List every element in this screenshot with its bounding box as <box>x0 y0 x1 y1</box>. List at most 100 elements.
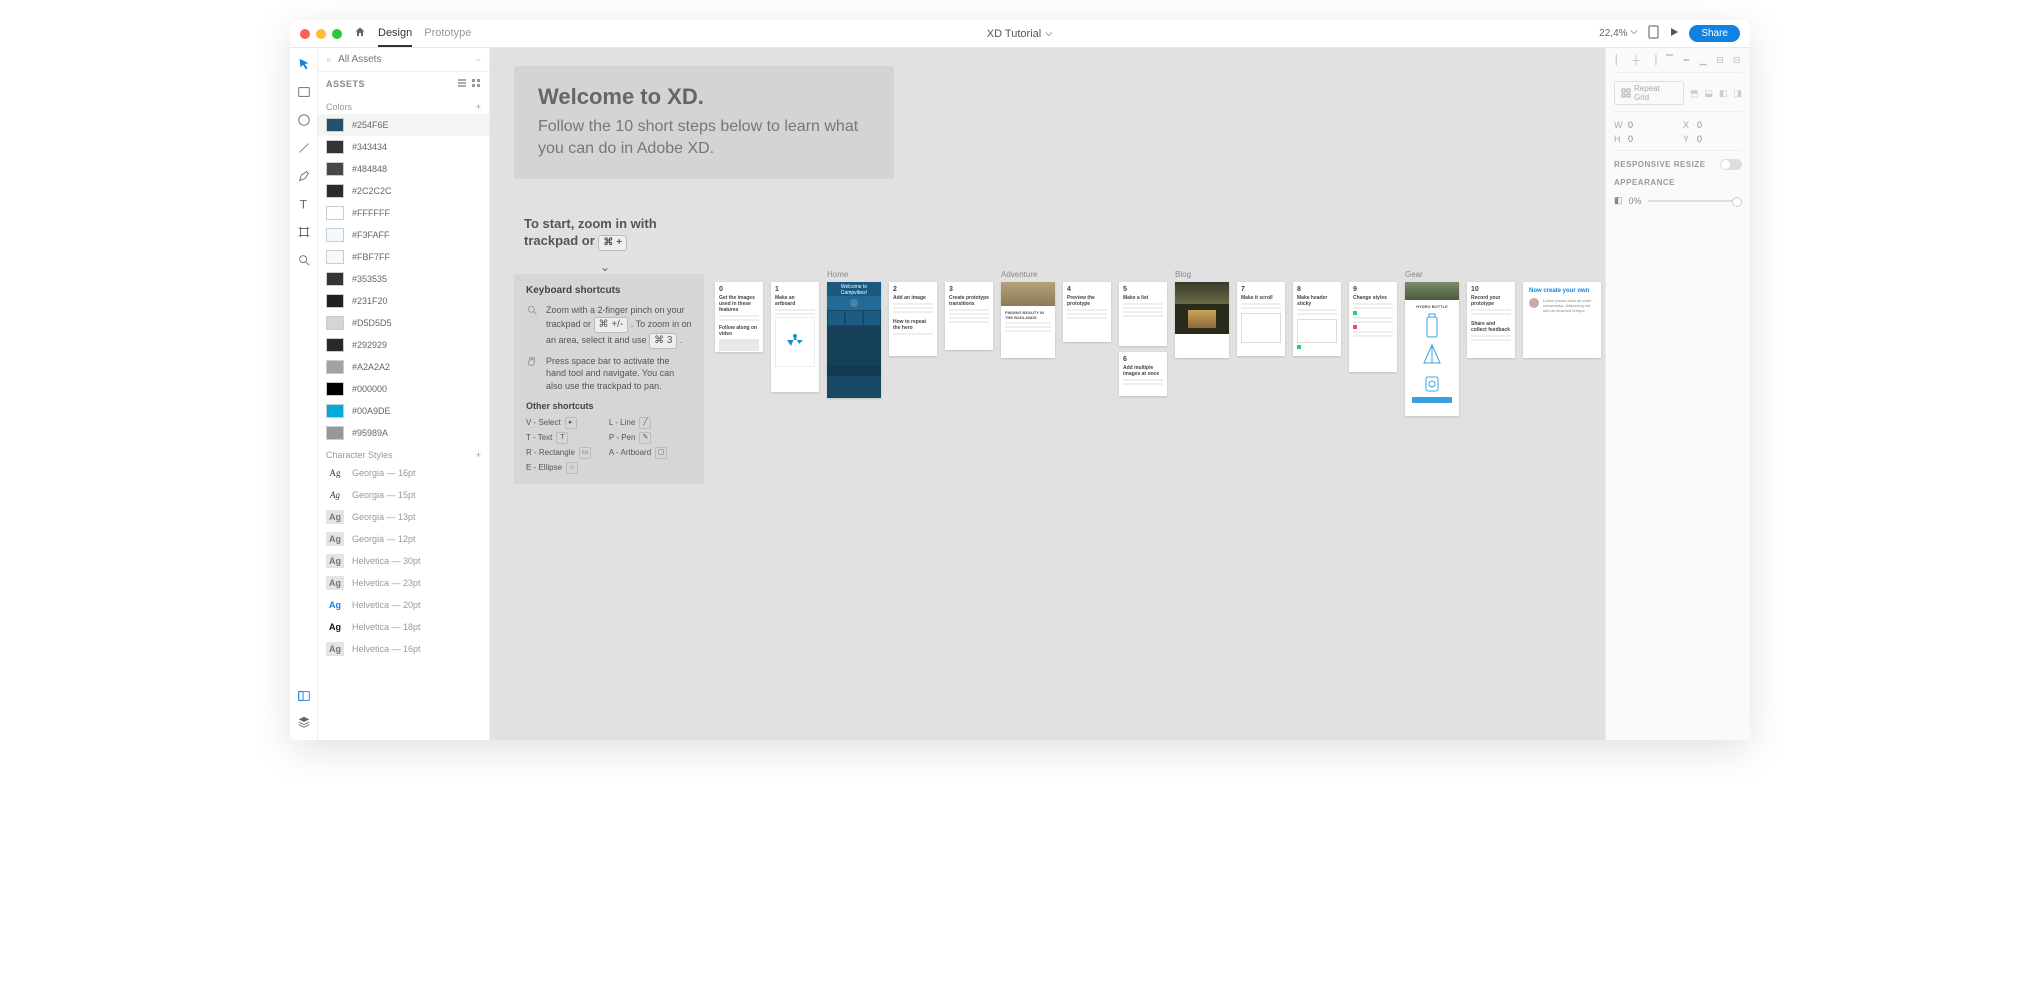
zoom-icon <box>526 304 540 349</box>
color-swatch-item[interactable]: #000000 <box>318 378 489 400</box>
device-preview-icon[interactable] <box>1648 25 1659 42</box>
color-swatch-item[interactable]: #A2A2A2 <box>318 356 489 378</box>
responsive-toggle[interactable] <box>1720 159 1742 170</box>
artboard-blog[interactable] <box>1175 282 1229 358</box>
height-value[interactable]: 0 <box>1628 134 1633 144</box>
color-swatch-item[interactable]: #D5D5D5 <box>318 312 489 334</box>
zoom-level[interactable]: 22,4% <box>1599 28 1638 39</box>
ellipse-tool-icon[interactable] <box>296 112 312 128</box>
opacity-value[interactable]: 0% <box>1629 196 1642 206</box>
artboard-step-4[interactable]: 4Preview the prototype <box>1063 282 1111 342</box>
char-style-item[interactable]: AgHelvetica — 30pt <box>318 550 489 572</box>
char-style-item[interactable]: AgHelvetica — 16pt <box>318 638 489 660</box>
list-view-icon[interactable] <box>457 78 467 90</box>
artboard-home[interactable]: Welcome to Campvibes! <box>827 282 881 398</box>
welcome-card: Welcome to XD. Follow the 10 short steps… <box>514 66 894 179</box>
char-style-label: Helvetica — 18pt <box>352 622 421 632</box>
add-char-icon[interactable]: + <box>476 450 481 460</box>
char-style-label: Helvetica — 23pt <box>352 578 421 588</box>
color-swatch-item[interactable]: #2C2C2C <box>318 180 489 202</box>
text-tool-icon[interactable]: T <box>296 196 312 212</box>
align-bottom-icon[interactable]: ▁ <box>1698 54 1709 66</box>
search-icon <box>326 55 332 65</box>
boolean-add-icon[interactable]: ⬒ <box>1690 88 1699 99</box>
color-swatch-item[interactable]: #00A9DE <box>318 400 489 422</box>
color-hex-label: #292929 <box>352 340 387 350</box>
tab-design[interactable]: Design <box>378 21 412 47</box>
play-icon[interactable] <box>1669 27 1679 40</box>
boolean-subtract-icon[interactable]: ⬓ <box>1704 88 1713 99</box>
artboard-step-2[interactable]: 2Add an image How to repeat the hero <box>889 282 937 356</box>
artboard-gear[interactable]: HYDRO BOTTLE <box>1405 282 1459 416</box>
color-swatch-item[interactable]: #95989A <box>318 422 489 444</box>
color-swatch-item[interactable]: #F3FAFF <box>318 224 489 246</box>
minimize-icon[interactable] <box>316 29 326 39</box>
share-button[interactable]: Share <box>1689 25 1740 42</box>
repeat-grid-button[interactable]: Repeat Grid <box>1614 81 1684 105</box>
add-color-icon[interactable]: + <box>476 102 481 112</box>
char-style-item[interactable]: AgGeorgia — 13pt <box>318 506 489 528</box>
align-left-icon[interactable]: ▏ <box>1614 54 1625 66</box>
layers-panel-icon[interactable] <box>296 714 312 730</box>
char-style-item[interactable]: AgHelvetica — 20pt <box>318 594 489 616</box>
maximize-icon[interactable] <box>332 29 342 39</box>
artboard-step-6[interactable]: 6Add multiple images at once <box>1119 352 1167 396</box>
color-swatch-item[interactable]: #353535 <box>318 268 489 290</box>
char-sample: Ag <box>326 576 344 590</box>
assets-search-input[interactable] <box>338 54 470 65</box>
align-middle-icon[interactable]: ━ <box>1681 54 1692 66</box>
color-swatch <box>326 206 344 220</box>
color-swatch-item[interactable]: #484848 <box>318 158 489 180</box>
color-swatch-item[interactable]: #FBF7FF <box>318 246 489 268</box>
color-swatch-item[interactable]: #343434 <box>318 136 489 158</box>
artboard-step-8[interactable]: 8Make header sticky <box>1293 282 1341 356</box>
grid-view-icon[interactable] <box>471 78 481 90</box>
char-style-item[interactable]: Ag Helvetica — 23pt <box>318 572 489 594</box>
opacity-slider[interactable] <box>1648 200 1742 202</box>
align-right-icon[interactable]: ▕ <box>1648 54 1659 66</box>
artboard-step-3[interactable]: 3Create prototype transitions <box>945 282 993 350</box>
artboard-tool-icon[interactable] <box>296 224 312 240</box>
char-style-item[interactable]: AgGeorgia — 15pt <box>318 484 489 506</box>
home-icon[interactable] <box>354 26 366 41</box>
artboard-step-1[interactable]: 1Make an artboard <box>771 282 819 392</box>
artboard-step-9[interactable]: 9Change styles <box>1349 282 1397 372</box>
distribute-v-icon[interactable]: ⊟ <box>1731 54 1742 66</box>
color-swatch-item[interactable]: #292929 <box>318 334 489 356</box>
close-icon[interactable] <box>300 29 310 39</box>
pen-tool-icon[interactable] <box>296 168 312 184</box>
artboard-adventure[interactable]: FINDING BEAUTY IN THE BADLANDS <box>1001 282 1055 358</box>
artboard-step-5[interactable]: 5Make a list <box>1119 282 1167 346</box>
distribute-h-icon[interactable]: ⊟ <box>1715 54 1726 66</box>
color-swatch-item[interactable]: #FFFFFF <box>318 202 489 224</box>
char-style-item[interactable]: AgGeorgia — 16pt <box>318 462 489 484</box>
artboard-step-0[interactable]: 0Get the images used in these features F… <box>715 282 763 352</box>
color-swatch-item[interactable]: #254F6E <box>318 114 489 136</box>
zoom-tool-icon[interactable] <box>296 252 312 268</box>
x-value[interactable]: 0 <box>1697 120 1702 130</box>
tab-prototype[interactable]: Prototype <box>424 21 471 47</box>
width-value[interactable]: 0 <box>1628 120 1633 130</box>
align-top-icon[interactable]: ▔ <box>1664 54 1675 66</box>
boolean-intersect-icon[interactable]: ◧ <box>1719 88 1728 99</box>
canvas[interactable]: Welcome to XD. Follow the 10 short steps… <box>490 48 1605 740</box>
char-style-item[interactable]: AgHelvetica — 18pt <box>318 616 489 638</box>
line-tool-icon[interactable] <box>296 140 312 156</box>
color-swatch-item[interactable]: #231F20 <box>318 290 489 312</box>
char-style-item[interactable]: AgGeorgia — 12pt <box>318 528 489 550</box>
color-swatch <box>326 250 344 264</box>
assets-panel-icon[interactable] <box>296 688 312 704</box>
select-tool-icon[interactable] <box>296 56 312 72</box>
assets-search[interactable] <box>318 48 489 72</box>
app-window: Design Prototype XD Tutorial 22,4% Share… <box>290 20 1750 740</box>
artboard-step-10[interactable]: 10Record your prototype Share and collec… <box>1467 282 1515 358</box>
artboard-create-own[interactable]: Now create your own Lorem ipsum dolor si… <box>1523 282 1601 358</box>
document-title[interactable]: XD Tutorial <box>987 28 1053 40</box>
align-center-h-icon[interactable]: ┼ <box>1631 54 1642 66</box>
boolean-exclude-icon[interactable]: ◨ <box>1733 88 1742 99</box>
color-swatch <box>326 184 344 198</box>
rectangle-tool-icon[interactable] <box>296 84 312 100</box>
y-value[interactable]: 0 <box>1697 134 1702 144</box>
artboard-step-7[interactable]: 7Make it scroll <box>1237 282 1285 356</box>
chevron-down-icon[interactable] <box>476 56 481 64</box>
